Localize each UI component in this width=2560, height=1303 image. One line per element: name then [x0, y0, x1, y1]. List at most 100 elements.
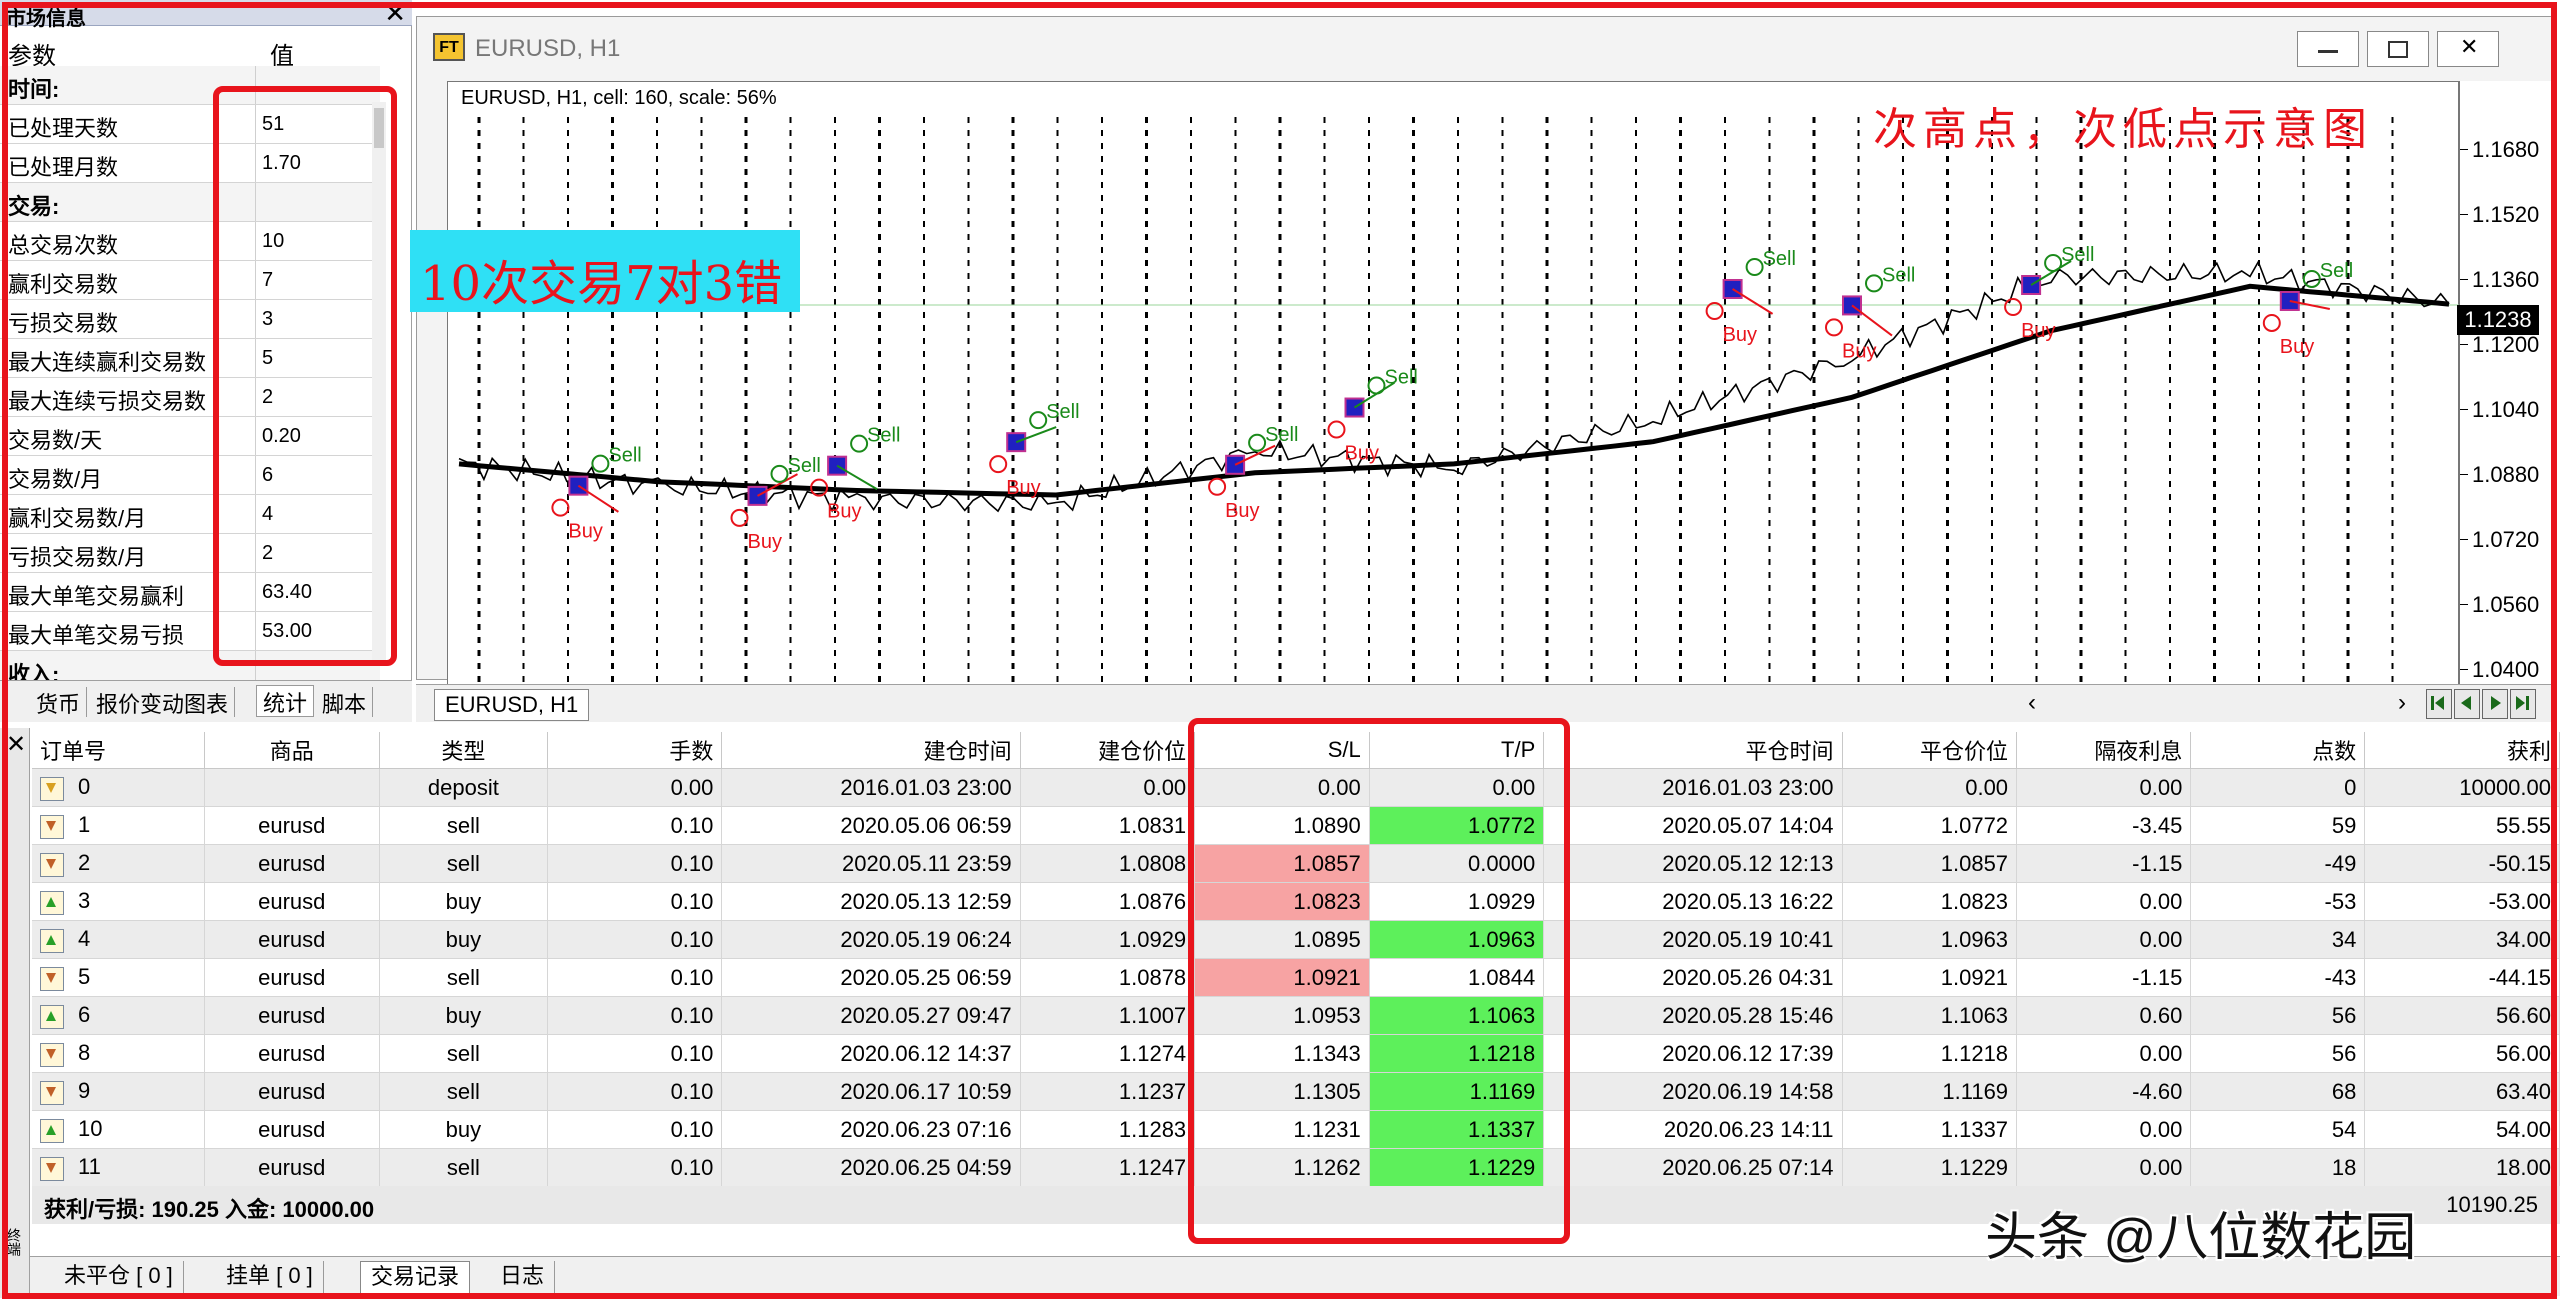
cell-swap: 0.00 — [2016, 882, 2192, 921]
cell-swap: 0.00 — [2016, 1110, 2192, 1149]
cell-pips: 34 — [2190, 920, 2366, 959]
cell-swap: 0.60 — [2016, 996, 2192, 1035]
panel-title: 市场信息 — [6, 8, 86, 30]
order-open-marker[interactable] — [1722, 278, 1743, 299]
stats-key: 最大连续亏损交易数 — [8, 389, 207, 414]
terminal-tab-2[interactable]: 交易记录 — [360, 1261, 471, 1295]
price-axis[interactable]: 1.1680 1.1520 1.1360 1.1200 1.1040 1.0880 1.07… — [2459, 81, 2551, 687]
cell-sym: eurusd — [204, 1110, 380, 1149]
close-chart-button[interactable]: ✕ — [2437, 31, 2499, 67]
order-id: 1 — [78, 812, 91, 838]
left-tab-3[interactable]: 脚本 — [316, 687, 374, 717]
terminal-tab-3[interactable]: 日志 — [490, 1261, 556, 1293]
close-icon: ✕ — [2460, 34, 2479, 59]
panel-titlebar: 市场信息 ✕ — [0, 0, 412, 30]
sl-tp-highlight-box — [1188, 718, 1570, 1244]
column-header[interactable]: 商品 — [204, 732, 380, 769]
cell-close-price: 1.0857 — [1842, 844, 2018, 883]
column-header[interactable]: 获利 — [2364, 732, 2560, 769]
left-tab-2[interactable]: 统计 — [256, 685, 315, 717]
column-header[interactable]: 建仓价位 — [1020, 732, 1196, 769]
cell-open-time: 2020.05.25 06:59 — [721, 958, 1021, 997]
order-id: 3 — [78, 888, 91, 914]
cell-close-time: 2020.06.25 07:14 — [1543, 1148, 1843, 1187]
stats-key: 赢利交易数/月 — [8, 506, 147, 531]
buy-order-icon — [40, 1118, 64, 1143]
stats-key: 亏损交易数/月 — [8, 545, 147, 570]
cell-id: 3 — [32, 882, 205, 921]
cell-type: sell — [379, 844, 549, 883]
sell-order-icon — [40, 852, 64, 877]
order-open-marker[interactable] — [827, 455, 848, 476]
left-tab-0[interactable]: 货币 — [30, 687, 88, 717]
next-icon[interactable] — [2482, 689, 2508, 719]
cell-type: deposit — [379, 768, 549, 807]
cell-lots: 0.10 — [547, 806, 723, 845]
cell-type: buy — [379, 920, 549, 959]
cell-close-time: 2020.05.13 16:22 — [1543, 882, 1843, 921]
column-header[interactable]: 平仓价位 — [1842, 732, 2018, 769]
order-id: 6 — [78, 1002, 91, 1028]
cell-pips: 0 — [2190, 768, 2366, 807]
cell-swap: -3.45 — [2016, 806, 2192, 845]
cell-sym: eurusd — [204, 882, 380, 921]
column-header[interactable]: 订单号 — [32, 732, 205, 769]
cell-type: sell — [379, 1072, 549, 1111]
order-open-marker[interactable] — [2021, 275, 2042, 296]
minimize-button[interactable] — [2297, 31, 2359, 67]
price-tick-label: 1.0560 — [2459, 592, 2540, 617]
minimize-icon — [2318, 50, 2338, 53]
terminal-tab-1[interactable]: 挂单 [ 0 ] — [216, 1261, 324, 1293]
cell-close-price: 1.0963 — [1842, 920, 2018, 959]
price-chart[interactable]: Buy Sell Buy Sell Buy Sell Buy Sell Buy Sell Buy Se… — [447, 81, 2459, 687]
terminal-tab-0[interactable]: 未平仓 [ 0 ] — [54, 1261, 184, 1293]
close-icon[interactable]: ✕ — [6, 730, 26, 759]
trade-path-line — [1851, 304, 1893, 337]
cell-close-price: 1.0921 — [1842, 958, 2018, 997]
cell-profit: 54.00 — [2364, 1110, 2560, 1149]
moving-average-line — [458, 283, 2450, 498]
buy-signal-label: Buy — [1225, 500, 1259, 522]
last-icon[interactable] — [2510, 689, 2536, 719]
column-header[interactable]: 点数 — [2190, 732, 2366, 769]
left-tab-1[interactable]: 报价变动图表 — [90, 687, 236, 717]
cell-close-time: 2020.05.07 14:04 — [1543, 806, 1843, 845]
stats-key: 已处理天数 — [8, 116, 119, 141]
column-header[interactable]: 隔夜利息 — [2016, 732, 2192, 769]
sell-signal-marker — [2044, 254, 2063, 273]
close-icon[interactable]: ✕ — [384, 0, 406, 26]
cell-swap: 0.00 — [2016, 1148, 2192, 1187]
chart-titlebar: FT EURUSD, H1 ✕ — [417, 17, 2551, 79]
column-header[interactable]: 手数 — [547, 732, 723, 769]
first-icon[interactable] — [2426, 689, 2452, 719]
chart-tab[interactable]: EURUSD, H1 — [434, 689, 590, 721]
column-header[interactable]: 平仓时间 — [1543, 732, 1843, 769]
buy-signal-marker — [2004, 298, 2023, 317]
price-tick-label: 1.0880 — [2459, 462, 2540, 487]
cell-sym: eurusd — [204, 1072, 380, 1111]
buy-signal-label: Buy — [827, 501, 861, 523]
chevron-right-icon[interactable]: › — [2398, 689, 2406, 717]
column-header[interactable]: 类型 — [379, 732, 549, 769]
order-id: 4 — [78, 926, 91, 952]
order-id: 5 — [78, 964, 91, 990]
column-header[interactable]: 建仓时间 — [721, 732, 1021, 769]
stats-key: 最大单笔交易赢利 — [8, 584, 185, 609]
buy-signal-label: Buy — [748, 531, 782, 553]
values-highlight-box — [213, 86, 397, 666]
cell-profit: 10000.00 — [2364, 768, 2560, 807]
totals-label: 获利/亏损: 190.25 入金: 10000.00 — [44, 1197, 375, 1222]
chart-note-text: 次高点，次低点示意图 — [1873, 104, 2373, 155]
cell-open-time: 2020.05.06 06:59 — [721, 806, 1021, 845]
cell-open-time: 2020.06.12 14:37 — [721, 1034, 1021, 1073]
restore-button[interactable] — [2367, 31, 2429, 67]
stats-key: 亏损交易数 — [8, 311, 119, 336]
prev-icon[interactable] — [2454, 689, 2480, 719]
buy-signal-label: Buy — [2280, 336, 2314, 358]
chevron-left-icon[interactable]: ‹ — [2028, 689, 2036, 717]
cell-close-time: 2020.05.12 12:13 — [1543, 844, 1843, 883]
order-open-marker[interactable] — [1006, 432, 1027, 453]
price-tick-label: 1.0400 — [2459, 657, 2540, 682]
order-id: 2 — [78, 850, 91, 876]
cell-open-time: 2016.01.03 23:00 — [721, 768, 1021, 807]
